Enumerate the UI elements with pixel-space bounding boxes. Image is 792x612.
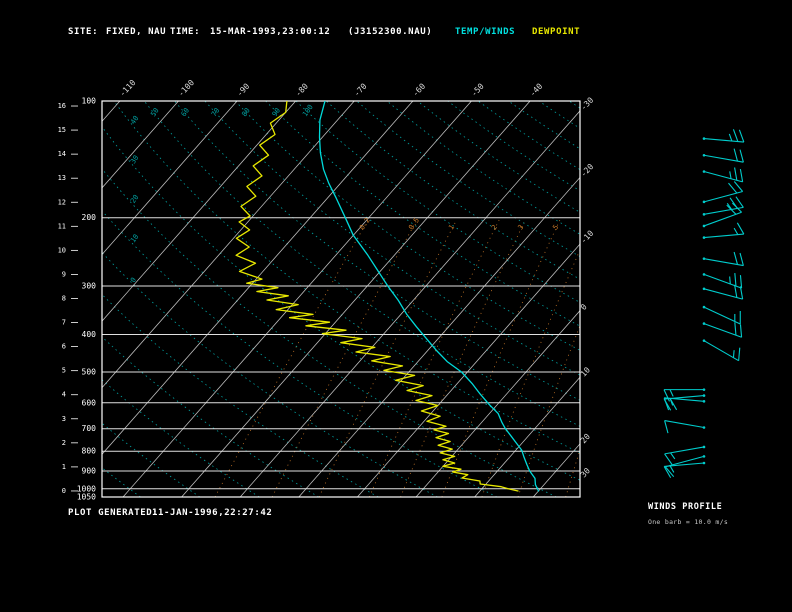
svg-text:0.5: 0.5: [407, 216, 421, 231]
svg-text:50: 50: [149, 107, 160, 119]
svg-text:5: 5: [551, 223, 560, 231]
svg-text:7: 7: [62, 319, 66, 327]
svg-text:400: 400: [82, 330, 97, 339]
svg-text:14: 14: [58, 150, 66, 158]
plot-generated-value: 11-JAN-1996,22:27:42: [152, 508, 273, 518]
svg-text:40: 40: [129, 114, 140, 126]
svg-text:-40: -40: [528, 82, 545, 99]
svg-text:70: 70: [210, 107, 221, 119]
svg-text:2: 2: [62, 439, 66, 447]
sounding-screen: SITE: FIXED, NAU TIME: 15-MAR-1993,23:00…: [0, 0, 792, 612]
svg-text:-100: -100: [176, 78, 196, 98]
svg-text:5: 5: [62, 367, 66, 375]
svg-text:10: 10: [129, 233, 140, 245]
svg-text:800: 800: [82, 447, 97, 456]
svg-text:1: 1: [447, 223, 456, 231]
svg-text:600: 600: [82, 398, 97, 407]
svg-text:20: 20: [579, 432, 592, 445]
svg-text:-110: -110: [118, 78, 138, 98]
svg-text:100: 100: [82, 97, 97, 106]
svg-text:-70: -70: [352, 82, 369, 99]
svg-text:12: 12: [58, 198, 66, 206]
isotherm-lines: [102, 101, 580, 497]
svg-text:9: 9: [62, 270, 66, 278]
mixing-ratio-lines: [214, 219, 580, 497]
svg-text:0: 0: [62, 487, 66, 495]
svg-text:30: 30: [579, 466, 592, 479]
svg-text:60: 60: [180, 107, 191, 119]
svg-text:-20: -20: [579, 162, 596, 179]
svg-text:100: 100: [301, 103, 315, 118]
svg-text:16: 16: [58, 102, 66, 110]
svg-text:20: 20: [129, 193, 140, 205]
plot-frame: [71, 100, 581, 498]
svg-text:-80: -80: [294, 82, 311, 99]
svg-text:3: 3: [62, 415, 66, 423]
svg-text:2: 2: [490, 223, 499, 231]
svg-text:10: 10: [58, 246, 66, 254]
svg-text:1050: 1050: [77, 493, 96, 502]
svg-text:1: 1: [62, 463, 66, 471]
temperature-curve: [318, 101, 540, 492]
svg-text:0.2: 0.2: [358, 216, 372, 231]
svg-text:500: 500: [82, 368, 97, 377]
svg-text:-50: -50: [469, 82, 486, 99]
winds-profile-title: WINDS PROFILE: [648, 502, 723, 512]
svg-text:700: 700: [82, 424, 97, 433]
svg-text:900: 900: [82, 467, 97, 476]
winds-profile-legend: One barb = 10.0 m/s: [648, 518, 729, 526]
pressure-lines: [102, 100, 580, 490]
svg-text:11: 11: [58, 222, 66, 230]
svg-text:13: 13: [58, 174, 66, 182]
plot-generated-label: PLOT GENERATED:: [68, 508, 159, 518]
svg-text:6: 6: [62, 343, 66, 351]
svg-text:10: 10: [579, 365, 592, 378]
svg-text:0: 0: [129, 276, 138, 284]
svg-text:300: 300: [82, 282, 97, 291]
svg-text:200: 200: [82, 213, 97, 222]
svg-text:-30: -30: [579, 95, 596, 112]
wind-barbs: [663, 129, 745, 479]
svg-text:-90: -90: [235, 82, 252, 99]
svg-text:-60: -60: [411, 82, 428, 99]
svg-text:3: 3: [516, 223, 525, 231]
dry-adiabat-lines: [102, 101, 580, 497]
svg-text:15: 15: [58, 126, 66, 134]
svg-text:8: 8: [62, 294, 66, 302]
axis-labels: 1002003004005006007008009001000105001234…: [58, 78, 596, 501]
svg-text:-10: -10: [579, 229, 596, 246]
svg-text:4: 4: [62, 391, 66, 399]
